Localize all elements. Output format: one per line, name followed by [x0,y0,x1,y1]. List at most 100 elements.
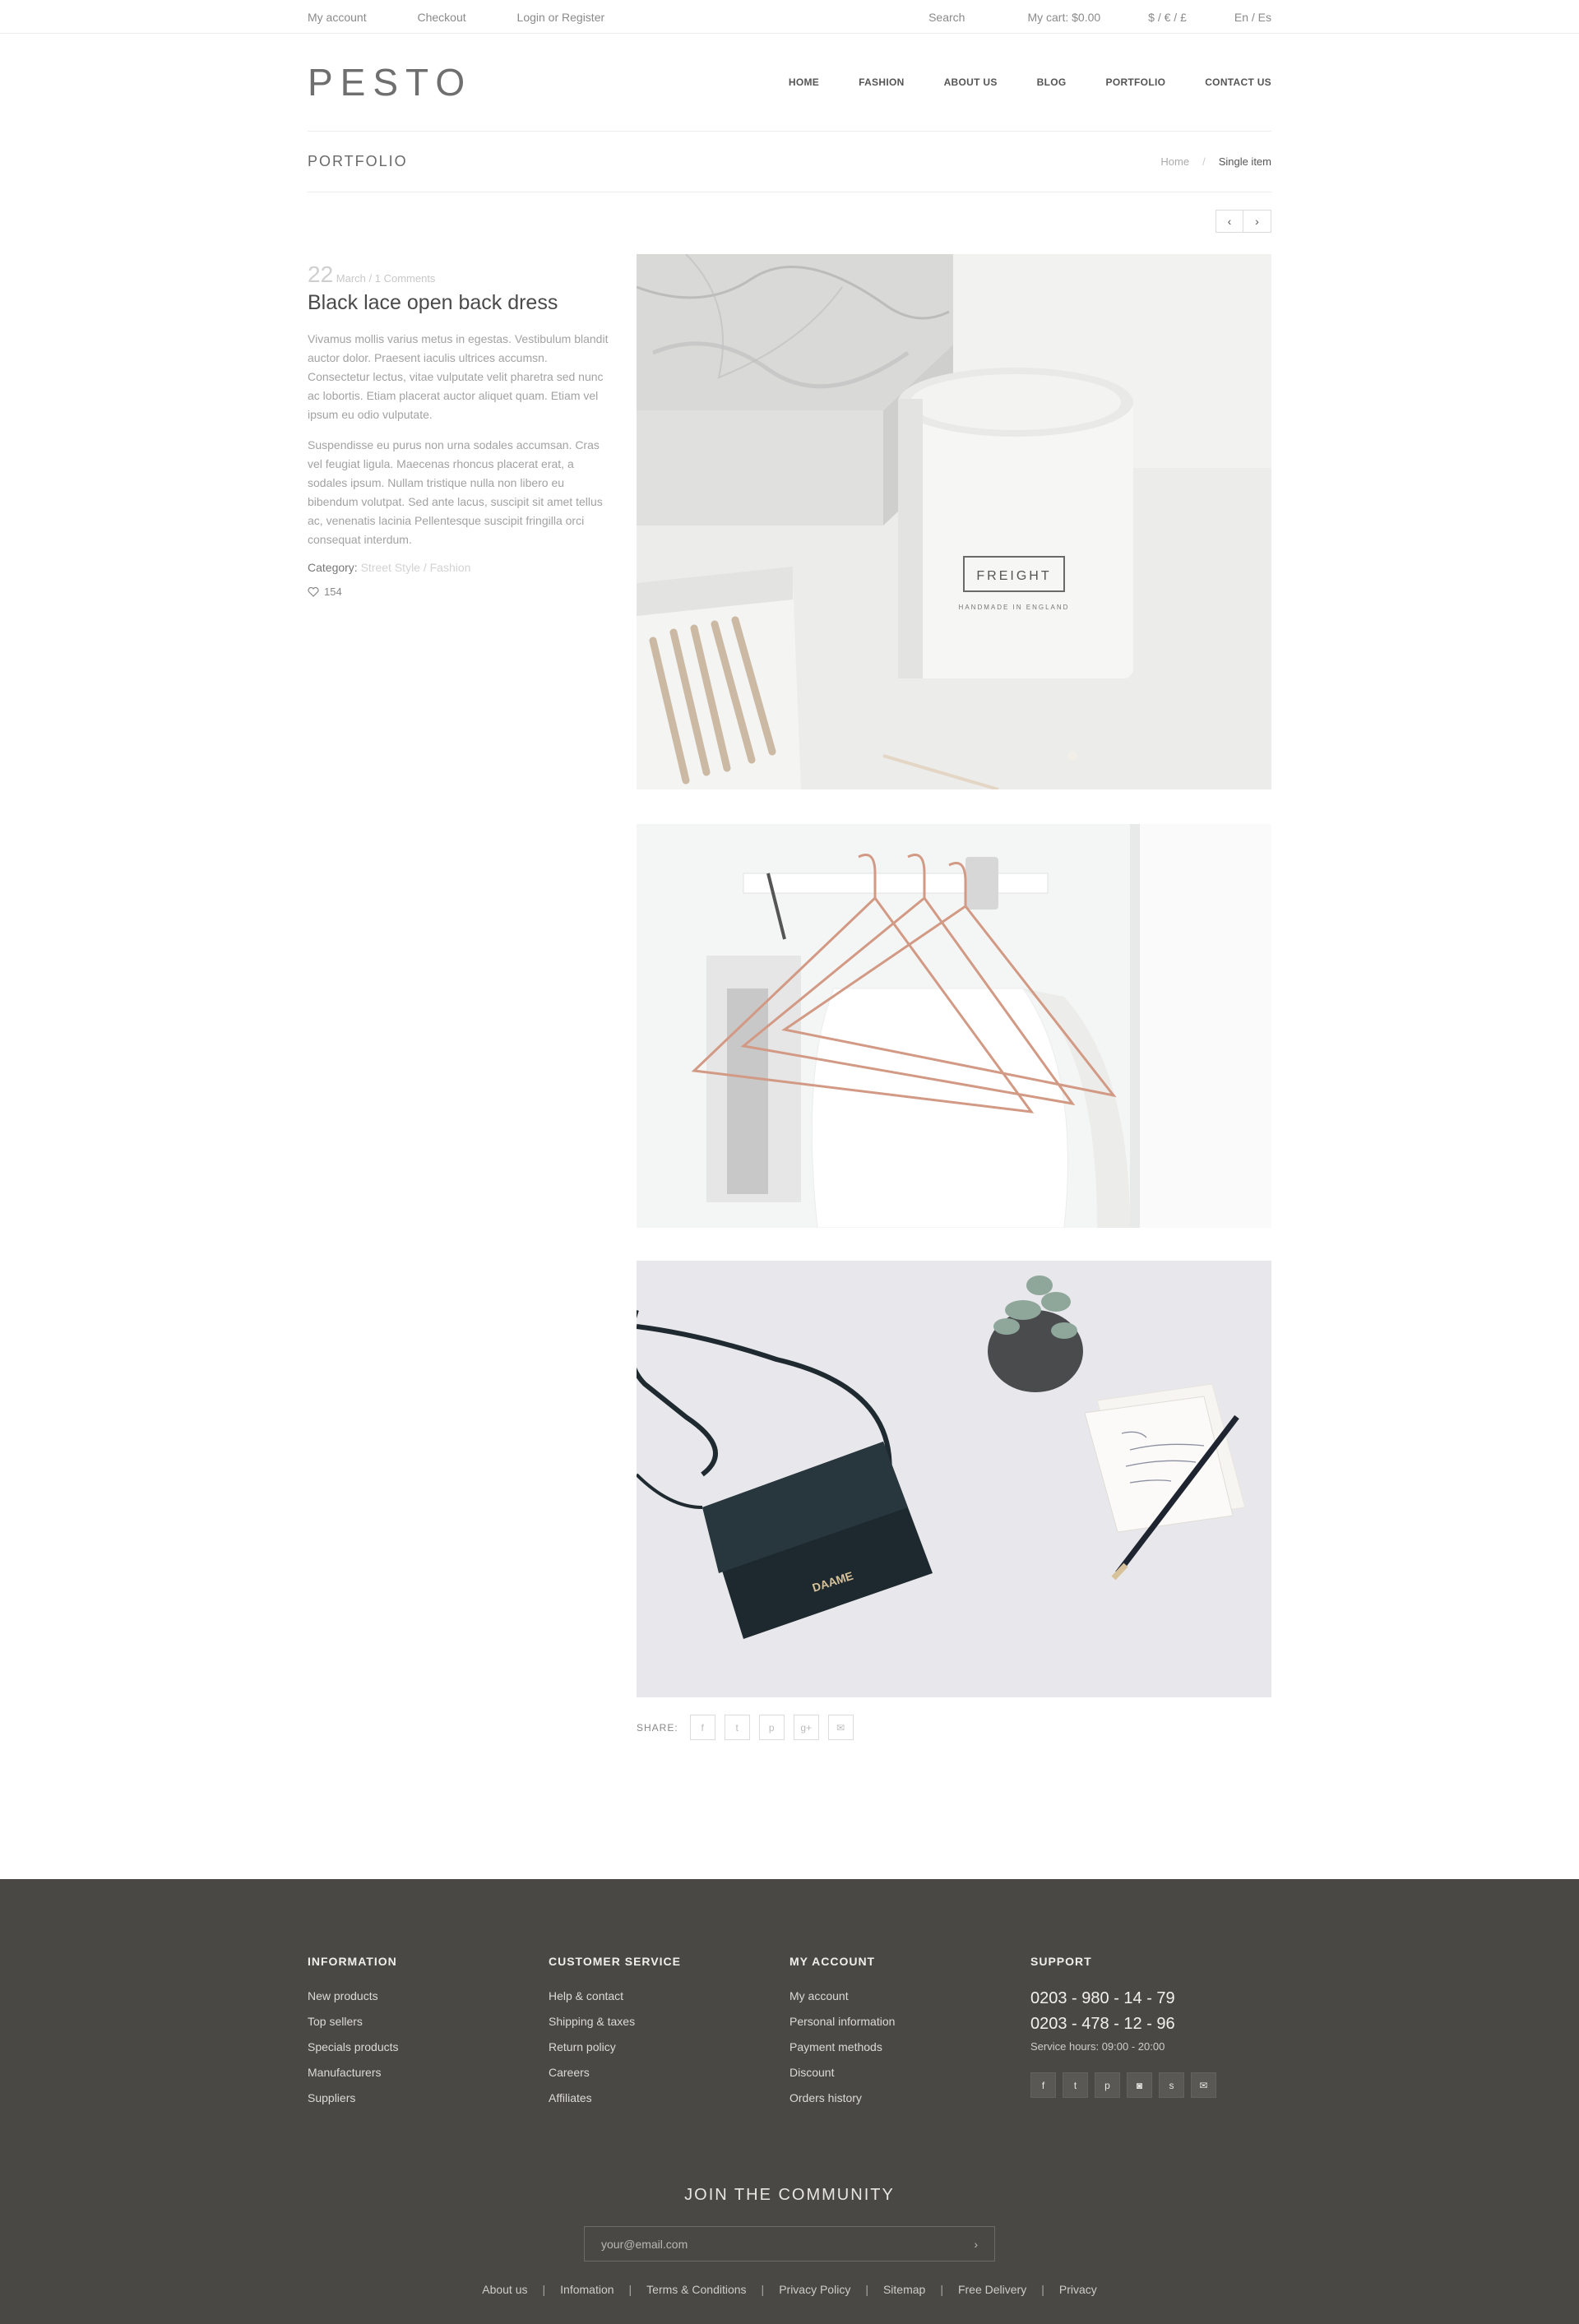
portfolio-image-bag[interactable]: DAAME [637,1261,1271,1697]
main-nav: HOME FASHION ABOUT US BLOG PORTFOLIO CON… [749,76,1271,88]
share-pinterest-icon[interactable]: p [758,1715,785,1740]
page-title-bar: PORTFOLIO Home / Single item [0,132,1579,192]
footer-free-delivery-link[interactable]: Free Delivery [958,2283,1026,2296]
footer-link[interactable]: Personal information [790,2015,1030,2028]
footer-link[interactable]: Return policy [549,2040,790,2053]
share-email-icon[interactable]: ✉ [827,1715,854,1740]
site-header: PESTO HOME FASHION ABOUT US BLOG PORTFOL… [0,34,1579,132]
footer-bottom-links: About us | Infomation | Terms & Conditions | P… [308,2283,1271,2296]
checkout-link[interactable]: Checkout [417,11,465,24]
top-bar: My account Checkout Login or Register Se… [0,0,1579,34]
site-logo[interactable]: PESTO [308,60,472,104]
share-google-plus-icon[interactable]: g+ [793,1715,819,1740]
nav-home[interactable]: HOME [789,76,819,88]
footer-separator: | [865,2283,868,2296]
breadcrumb-separator: / [1202,155,1206,168]
breadcrumb: Home / Single item [1160,155,1271,168]
candle-label-text: FREIGHT [976,569,1051,583]
post-details: 22 March / 1 Comments Black lace open ba… [308,262,612,598]
footer-separator: | [940,2283,943,2296]
nav-about-us[interactable]: ABOUT US [944,76,998,88]
footer-my-account-title: MY ACCOUNT [790,1955,876,1968]
footer-link[interactable]: Help & contact [549,1989,790,2002]
instagram-icon[interactable]: ◙ [1127,2072,1152,2098]
category-links[interactable]: Street Style / Fashion [361,561,471,574]
join-community-title: JOIN THE COMMUNITY [684,2186,895,2204]
footer-separator: | [761,2283,765,2296]
footer-terms-link[interactable]: Terms & Conditions [646,2283,746,2296]
post-date: 22 March / 1 Comments [308,262,612,288]
search-link[interactable]: Search [928,11,965,24]
newsletter-email-input[interactable] [601,2237,975,2251]
footer-link[interactable]: Orders history [790,2091,1030,2104]
footer-link[interactable]: Affiliates [549,2091,790,2104]
post-day: 22 [308,262,334,287]
post-paragraph-2: Suspendisse eu purus non urna sodales ac… [308,438,603,546]
post-meta[interactable]: March / 1 Comments [336,272,436,285]
footer-separator: | [628,2283,632,2296]
footer-support-title: SUPPORT [1030,1955,1092,1968]
footer-columns: INFORMATION New products Top sellers Spe… [308,1879,1271,2117]
footer-separator: | [542,2283,546,2296]
footer-link[interactable]: Specials products [308,2040,549,2053]
breadcrumb-home[interactable]: Home [1160,155,1189,168]
support-hours: Service hours: 09:00 - 20:00 [1030,2040,1165,2053]
support-phone-1[interactable]: 0203 - 980 - 14 - 79 [1030,1989,1271,2008]
candle-sub-text: HANDMADE IN ENGLAND [959,604,1070,611]
footer-information-title: INFORMATION [308,1955,397,1968]
login-register-link[interactable]: Login or Register [517,11,605,24]
language-switcher[interactable]: En / Es [1234,11,1271,24]
footer-link[interactable]: Careers [549,2066,790,2079]
support-phone-2[interactable]: 0203 - 478 - 12 - 96 [1030,2015,1271,2034]
footer-privacy-policy-link[interactable]: Privacy Policy [779,2283,850,2296]
facebook-icon[interactable]: f [1030,2072,1056,2098]
share-bar: SHARE: f t p g+ ✉ [637,1715,863,1740]
post-category: Category: Street Style / Fashion [308,561,612,574]
my-account-link[interactable]: My account [308,11,367,24]
footer-separator: | [1041,2283,1044,2296]
footer-link[interactable]: My account [790,1989,1030,2002]
nav-fashion[interactable]: FASHION [859,76,904,88]
twitter-icon[interactable]: t [1063,2072,1088,2098]
nav-blog[interactable]: BLOG [1037,76,1067,88]
portfolio-image-hangers[interactable] [637,824,1271,1228]
newsletter-submit-icon[interactable]: › [974,2238,978,2251]
share-facebook-icon[interactable]: f [689,1715,715,1740]
footer-my-account: MY ACCOUNT My account Personal informati… [790,1955,1030,2117]
likes-counter[interactable]: 154 [308,586,612,598]
prev-item-button[interactable]: ‹ [1216,210,1243,233]
share-label: SHARE: [637,1721,678,1734]
footer-link[interactable]: Payment methods [790,2040,1030,2053]
nav-contact-us[interactable]: CONTACT US [1205,76,1271,88]
footer-information: INFORMATION New products Top sellers Spe… [308,1955,549,2117]
category-label: Category: [308,561,358,574]
footer-link[interactable]: Shipping & taxes [549,2015,790,2028]
portfolio-content: ‹ › 22 March / 1 Comments Black lace ope… [308,192,1271,1879]
likes-count: 154 [324,586,342,598]
footer-about-us-link[interactable]: About us [482,2283,527,2296]
skype-icon[interactable]: s [1159,2072,1184,2098]
footer-sitemap-link[interactable]: Sitemap [883,2283,925,2296]
next-item-button[interactable]: › [1243,210,1271,233]
footer-privacy-link[interactable]: Privacy [1059,2283,1097,2296]
email-icon[interactable]: ✉ [1191,2072,1216,2098]
breadcrumb-current: Single item [1218,155,1271,168]
footer-link[interactable]: Top sellers [308,2015,549,2028]
share-twitter-icon[interactable]: t [724,1715,750,1740]
cart-link[interactable]: My cart: $0.00 [1027,11,1100,24]
heart-icon [308,586,319,597]
item-pager: ‹ › [1216,210,1271,233]
footer-link[interactable]: New products [308,1989,549,2002]
footer-link[interactable]: Discount [790,2066,1030,2079]
site-footer: INFORMATION New products Top sellers Spe… [0,1879,1579,2324]
footer-information-link[interactable]: Infomation [560,2283,614,2296]
currency-switcher[interactable]: $ / € / £ [1148,11,1187,24]
footer-support: SUPPORT 0203 - 980 - 14 - 79 0203 - 478 … [1030,1955,1271,2117]
footer-link[interactable]: Suppliers [308,2091,549,2104]
portfolio-image-candle[interactable]: FREIGHT HANDMADE IN ENGLAND [637,254,1271,789]
nav-portfolio[interactable]: PORTFOLIO [1106,76,1166,88]
pinterest-icon[interactable]: p [1095,2072,1120,2098]
post-paragraph-1: Vivamus mollis varius metus in egestas. … [308,332,609,421]
footer-link[interactable]: Manufacturers [308,2066,549,2079]
newsletter-form: › [584,2226,995,2262]
